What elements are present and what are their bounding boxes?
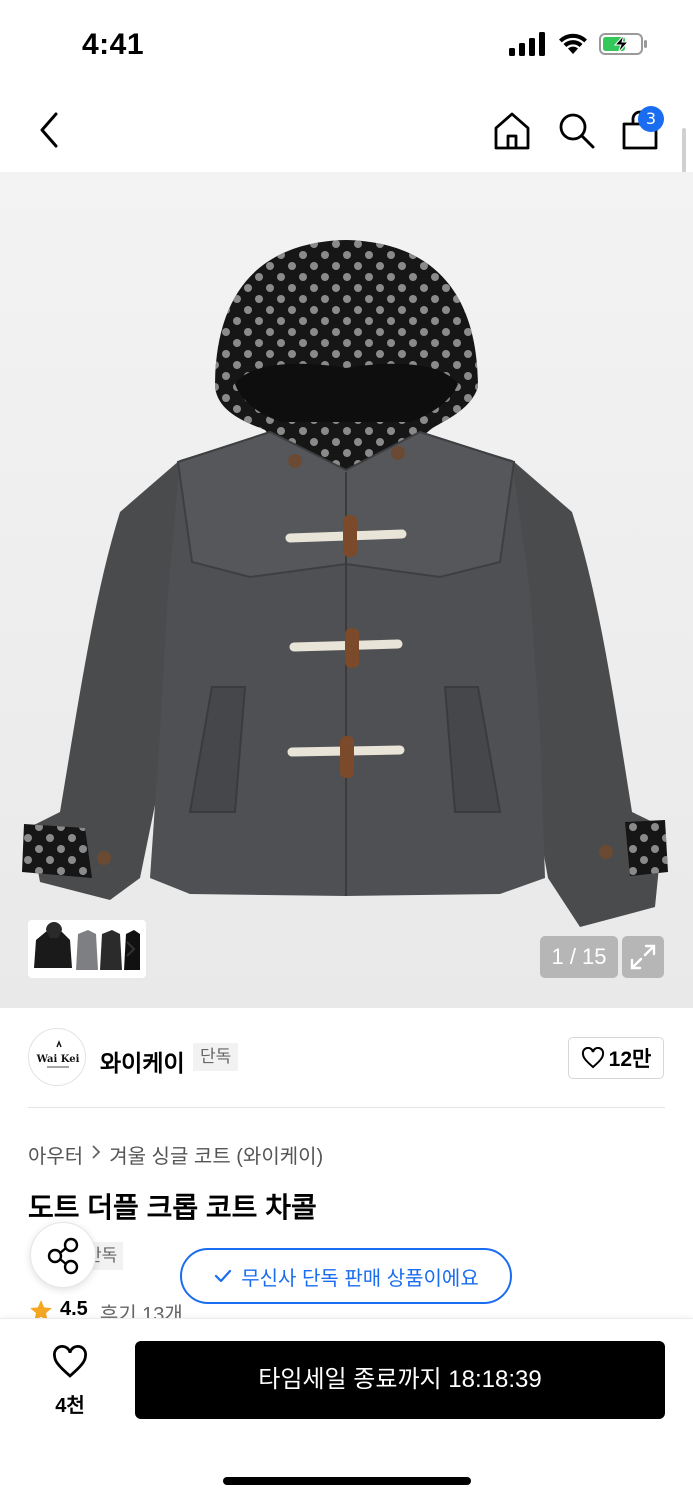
status-icons bbox=[509, 32, 649, 56]
rating-score: 4.5 bbox=[60, 1298, 88, 1320]
check-icon bbox=[215, 1269, 232, 1283]
star-icon bbox=[30, 1300, 52, 1320]
breadcrumb-item-category[interactable]: 겨울 싱글 코트 (와이케이) bbox=[109, 1140, 323, 1169]
brand-row: Wai Kei 와이케이 단독 12만 bbox=[0, 1008, 693, 1108]
product-image-gallery[interactable] bbox=[0, 172, 693, 1008]
product-photo-coat bbox=[22, 240, 668, 927]
back-arrow-icon[interactable] bbox=[30, 108, 70, 152]
breadcrumb-separator-icon bbox=[91, 1143, 101, 1166]
review-count[interactable]: 후기 13개 bbox=[100, 1298, 183, 1320]
brand-like-button[interactable]: 12만 bbox=[568, 1037, 664, 1079]
exclusive-tag: 단독 bbox=[193, 1043, 239, 1071]
image-page-indicator: 1 / 15 bbox=[540, 936, 618, 978]
divider bbox=[28, 1107, 665, 1108]
brand-name[interactable]: 와이케이 bbox=[100, 1044, 185, 1078]
product-title: 도트 더플 크롭 코트 차콜 bbox=[28, 1192, 317, 1223]
share-icon bbox=[47, 1237, 79, 1275]
bottom-action-bar: 4천 타임세일 종료까지 18:18:39 bbox=[0, 1318, 693, 1500]
color-variant-thumbnails[interactable] bbox=[28, 920, 146, 978]
chevron-right-icon bbox=[126, 941, 136, 957]
wishlist-button[interactable]: 4천 bbox=[30, 1345, 110, 1417]
home-indicator bbox=[223, 1477, 471, 1485]
search-icon[interactable] bbox=[554, 108, 598, 152]
wifi-icon bbox=[559, 33, 587, 54]
brand-like-count: 12만 bbox=[608, 1048, 652, 1071]
breadcrumb: 아우터 겨울 싱글 코트 (와이케이) bbox=[28, 1140, 323, 1169]
exclusive-sale-text: 무신사 단독 판매 상품이에요 bbox=[241, 1267, 479, 1290]
fullscreen-button[interactable] bbox=[622, 936, 664, 978]
timesale-buy-button[interactable]: 타임세일 종료까지 18:18:39 bbox=[135, 1341, 665, 1419]
exclusive-sale-tooltip: 무신사 단독 판매 상품이에요 bbox=[180, 1248, 512, 1304]
brand-logo[interactable]: Wai Kei bbox=[28, 1028, 86, 1086]
status-bar: 4:41 bbox=[0, 0, 693, 92]
battery-charging-icon bbox=[599, 33, 647, 55]
share-button[interactable] bbox=[30, 1222, 96, 1288]
brand-logo-text: Wai Kei bbox=[36, 1054, 80, 1065]
status-time: 4:41 bbox=[82, 28, 145, 61]
heart-icon bbox=[53, 1345, 87, 1378]
heart-icon bbox=[581, 1047, 604, 1069]
brand-logo-image: Wai Kei bbox=[36, 1040, 80, 1068]
breadcrumb-item-outer[interactable]: 아우터 bbox=[28, 1140, 83, 1169]
cellular-signal-icon bbox=[509, 32, 545, 56]
cart-count-badge: 3 bbox=[638, 106, 664, 132]
nav-bar bbox=[0, 92, 693, 172]
wishlist-count: 4천 bbox=[55, 1395, 85, 1417]
home-icon[interactable] bbox=[490, 108, 534, 152]
rating-row[interactable]: 4.5 후기 13개 bbox=[28, 1298, 183, 1320]
expand-icon bbox=[630, 944, 656, 970]
